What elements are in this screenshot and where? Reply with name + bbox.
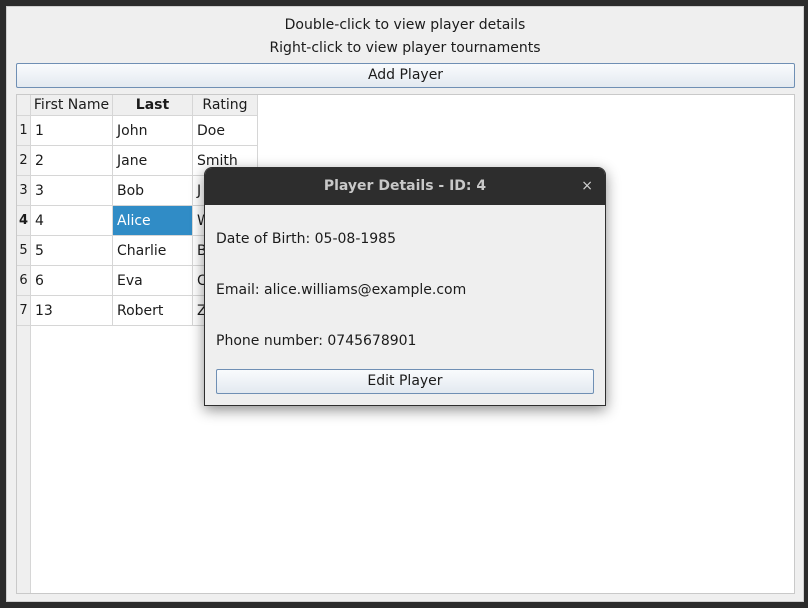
row-header[interactable]: 2 [17, 146, 31, 176]
edit-player-button[interactable]: Edit Player [216, 369, 594, 394]
dialog-titlebar[interactable]: Player Details - ID: 4 [205, 168, 605, 205]
table-cell[interactable]: Robert [113, 296, 193, 326]
row-header[interactable]: 3 [17, 176, 31, 206]
phone-number-label: Phone number: 0745678901 [216, 333, 417, 349]
player-details-dialog: Player Details - ID: 4 × Date of Birth: … [204, 167, 606, 406]
table-cell[interactable]: 4 [31, 206, 113, 236]
table-cell[interactable]: Charlie [113, 236, 193, 266]
table-corner [17, 95, 31, 116]
column-header-last-name[interactable]: Last Name [113, 95, 193, 134]
dialog-title: Player Details - ID: 4 [323, 178, 487, 194]
table-cell[interactable]: Doe [193, 116, 258, 146]
table-cell[interactable]: Bob [113, 176, 193, 206]
add-player-button[interactable]: Add Player [16, 63, 795, 88]
table-cell[interactable]: John [113, 116, 193, 146]
table-cell[interactable]: 6 [31, 266, 113, 296]
table-cell[interactable]: 1 [31, 116, 113, 146]
row-header[interactable]: 7 [17, 296, 31, 326]
row-header[interactable]: 6 [17, 266, 31, 296]
row-header[interactable]: 4 [17, 206, 31, 236]
table-cell[interactable]: Alice [113, 206, 193, 236]
table-cell[interactable]: 2 [31, 146, 113, 176]
table-cell[interactable]: 13 [31, 296, 113, 326]
instruction-right-click: Right-click to view player tournaments [269, 40, 541, 56]
instruction-double-click: Double-click to view player details [284, 17, 526, 33]
date-of-birth-label: Date of Birth: 05-08-1985 [216, 231, 396, 247]
row-header[interactable]: 5 [17, 236, 31, 266]
table-cell[interactable]: 5 [31, 236, 113, 266]
table-cell[interactable]: 3 [31, 176, 113, 206]
row-header[interactable]: 1 [17, 116, 31, 146]
close-icon[interactable]: × [581, 168, 593, 205]
column-header-first-name[interactable]: First Name [31, 95, 113, 116]
table-cell[interactable]: Jane [113, 146, 193, 176]
table-cell[interactable]: Eva [113, 266, 193, 296]
email-label: Email: alice.williams@example.com [216, 282, 467, 298]
column-header-rating[interactable]: Rating [193, 95, 258, 116]
